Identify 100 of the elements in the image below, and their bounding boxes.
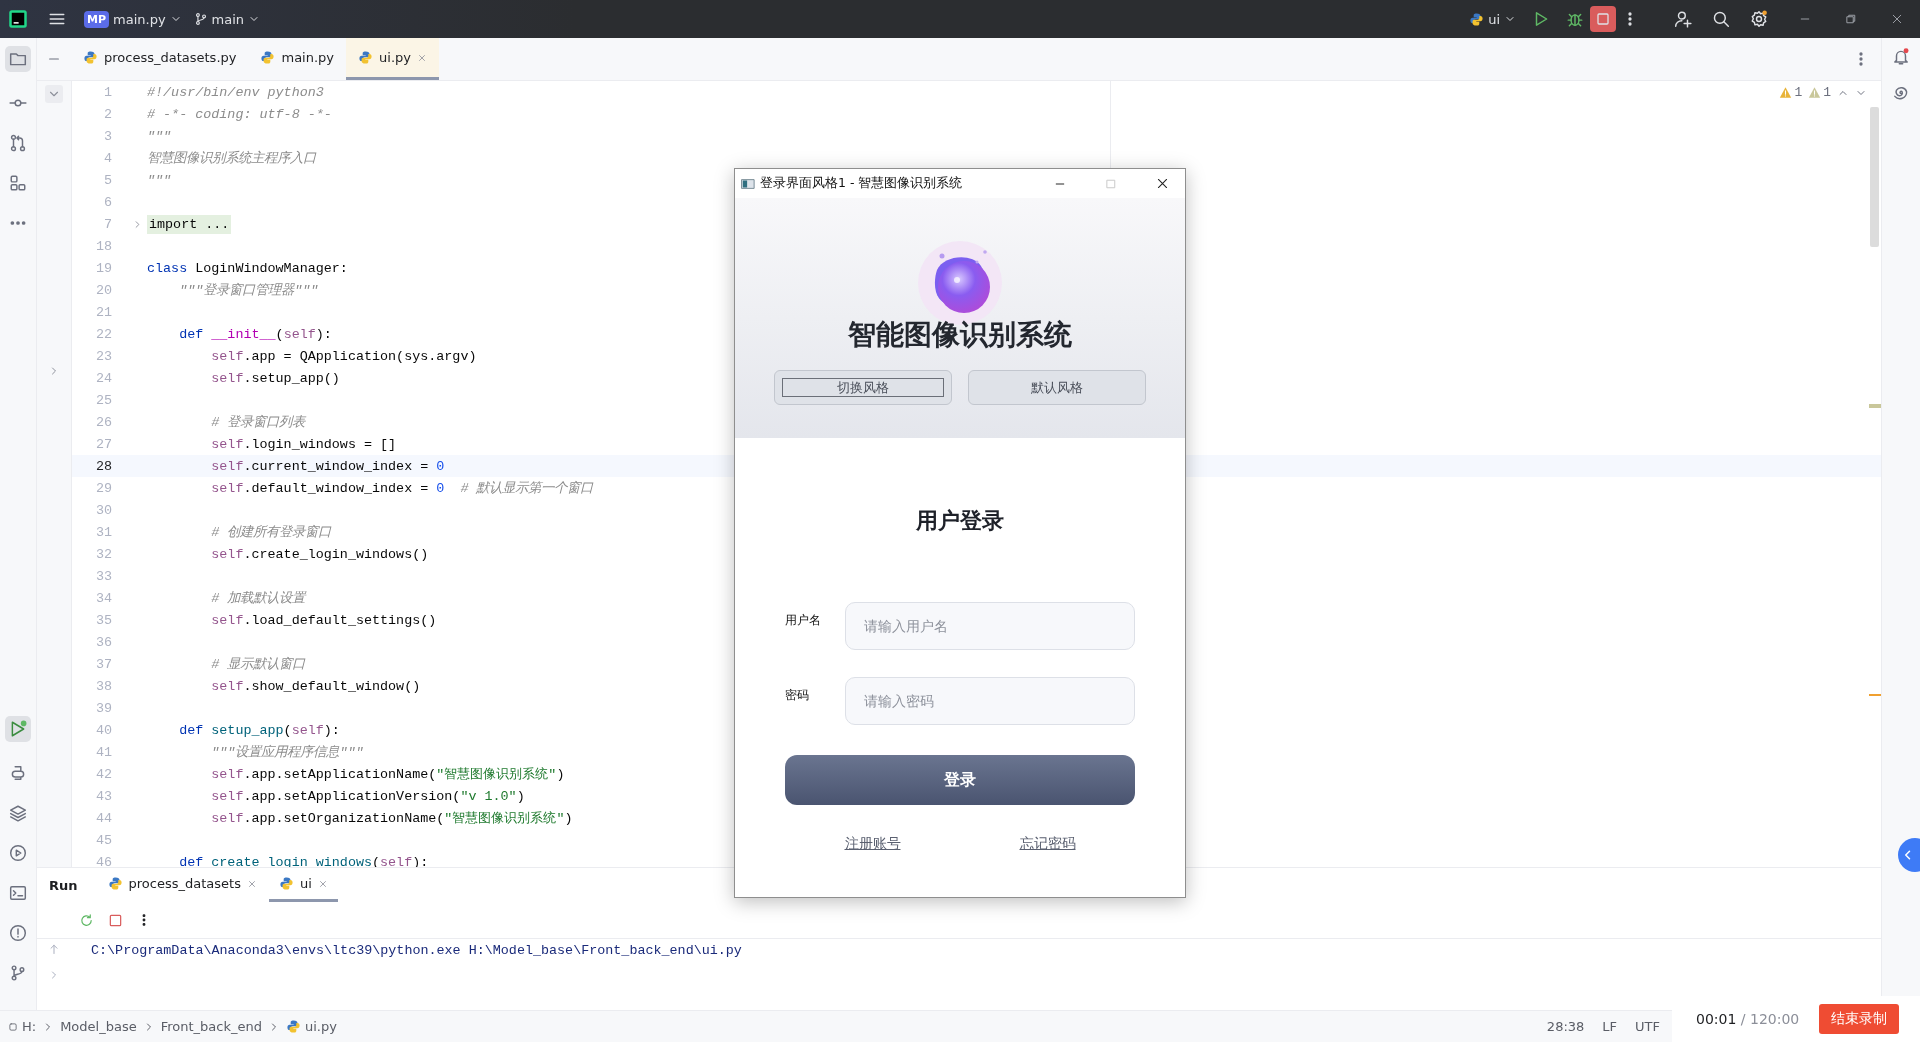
field-label: 用户名: [785, 612, 822, 629]
code-token: .app.setOrganizationName(: [243, 810, 445, 826]
line-separator[interactable]: LF: [1602, 1019, 1618, 1034]
python-console-icon[interactable]: [9, 764, 27, 782]
line-number: 2: [102, 106, 112, 122]
run-panel-title: Run: [49, 876, 79, 895]
code-token: .show_default_window(): [243, 678, 421, 694]
code-token: self: [283, 326, 316, 342]
breadcrumb[interactable]: Front_back_end: [160, 1019, 262, 1034]
spiral-icon[interactable]: [1892, 84, 1910, 102]
line-number: 46: [94, 854, 112, 867]
project-tool-button[interactable]: [5, 46, 31, 72]
style-button[interactable]: 默认风格: [968, 370, 1146, 405]
code-token: .setup_app(): [243, 370, 340, 386]
link[interactable]: 忘记密码: [1019, 835, 1076, 853]
notifications-icon[interactable]: [1892, 48, 1910, 66]
warning-icon: [1808, 86, 1822, 99]
input-field[interactable]: 请输入用户名: [845, 602, 1135, 650]
line-number: 41: [94, 744, 112, 760]
line-number: 3: [102, 128, 112, 144]
services-icon[interactable]: [9, 844, 27, 862]
code-comment: 智慧图像识别系统主程序入口: [147, 149, 316, 167]
code-token: def: [178, 326, 204, 342]
terminal-icon[interactable]: [9, 884, 27, 902]
run-tool-button[interactable]: [5, 716, 31, 742]
pull-request-icon[interactable]: [9, 134, 27, 152]
breadcrumb[interactable]: Model_base: [60, 1019, 137, 1034]
breadcrumb[interactable]: ui.py: [285, 1019, 337, 1034]
link[interactable]: 注册账号: [844, 835, 901, 853]
stop-icon[interactable]: [108, 912, 123, 928]
code-token: setup_app: [210, 722, 284, 738]
line-number: 28: [94, 458, 112, 474]
run-tab[interactable]: process_datasets: [97, 868, 267, 902]
python-file-icon: [260, 50, 276, 65]
code-token: def: [178, 722, 204, 738]
line-number: 1: [102, 84, 112, 100]
close-icon: [1891, 13, 1903, 25]
line-number: 32: [94, 546, 112, 562]
maximize-icon: [1105, 177, 1117, 190]
rerun-icon[interactable]: [79, 912, 94, 928]
close-icon[interactable]: [416, 52, 427, 63]
add-user-icon[interactable]: [1674, 10, 1692, 28]
warning-marker[interactable]: [1869, 694, 1881, 696]
git-icon[interactable]: [9, 964, 27, 982]
line-number: 22: [94, 326, 112, 342]
line-number: 36: [94, 634, 112, 650]
code-token: 0: [436, 480, 445, 496]
code-token: .create_login_windows(): [243, 546, 429, 562]
close-icon[interactable]: [317, 878, 328, 889]
inspection-count[interactable]: 1: [1808, 85, 1831, 100]
project-selector[interactable]: MP main.py: [78, 6, 188, 32]
line-number: 35: [94, 612, 112, 628]
line-number: 20: [94, 282, 112, 298]
line-number: 7: [102, 216, 112, 232]
input-field[interactable]: 请输入密码: [845, 677, 1135, 725]
problems-icon[interactable]: [9, 924, 27, 942]
style-button[interactable]: 切换风格: [774, 370, 952, 405]
scrollbar-thumb[interactable]: [1870, 107, 1879, 247]
login-button[interactable]: 登录: [785, 755, 1135, 805]
line-number: 33: [94, 568, 112, 584]
code-token: .app.setApplicationName(: [243, 766, 437, 782]
code-token: self: [210, 436, 244, 452]
inspection-count[interactable]: 1: [1779, 85, 1803, 100]
run-tab[interactable]: ui: [268, 868, 338, 902]
breadcrumb[interactable]: H:: [8, 1019, 37, 1034]
code-token: .load_default_settings(): [243, 612, 437, 628]
code-token: __init__: [210, 326, 276, 342]
caret-position[interactable]: 28:38: [1546, 1019, 1585, 1034]
folder-icon: [9, 50, 27, 68]
line-number: 42: [94, 766, 112, 782]
recording-timer: 00:01 / 120:00: [1696, 1011, 1800, 1027]
close-icon[interactable]: [246, 878, 257, 889]
code-token: def: [178, 854, 204, 867]
branch-selector[interactable]: main: [187, 7, 267, 31]
settings-icon[interactable]: [1750, 10, 1768, 28]
python-file-icon: [83, 50, 98, 65]
layers-icon[interactable]: [9, 804, 27, 822]
code-comment: # 登录窗口列表: [210, 414, 306, 431]
editor-tab[interactable]: main.py: [248, 38, 347, 80]
app-logo-icon[interactable]: [8, 9, 28, 29]
line-number: 39: [94, 700, 112, 716]
stop-button[interactable]: [1590, 6, 1616, 32]
search-icon[interactable]: [1712, 10, 1730, 28]
code-comment: """设置应用程序信息""": [210, 744, 364, 761]
file-encoding[interactable]: UTF: [1635, 1019, 1660, 1034]
line-number: 29: [94, 480, 112, 496]
line-number: 34: [94, 590, 112, 606]
python-file-icon: [285, 1019, 301, 1034]
line-number: 6: [102, 194, 112, 210]
stop-recording-button[interactable]: 结束录制: [1819, 1004, 1900, 1034]
code-token: self: [210, 612, 244, 628]
editor-tab[interactable]: process_datasets.py: [71, 38, 249, 80]
editor-tab[interactable]: ui.py: [346, 38, 439, 80]
code-comment: # 创建所有登录窗口: [210, 524, 332, 541]
code-comment: #!/usr/bin/env python3: [147, 84, 324, 100]
line-number: 19: [94, 260, 112, 276]
line-number: 5: [102, 172, 112, 188]
structure-icon[interactable]: [9, 174, 27, 192]
line-number: 24: [94, 370, 112, 386]
run-config-selector[interactable]: ui: [1463, 7, 1522, 31]
